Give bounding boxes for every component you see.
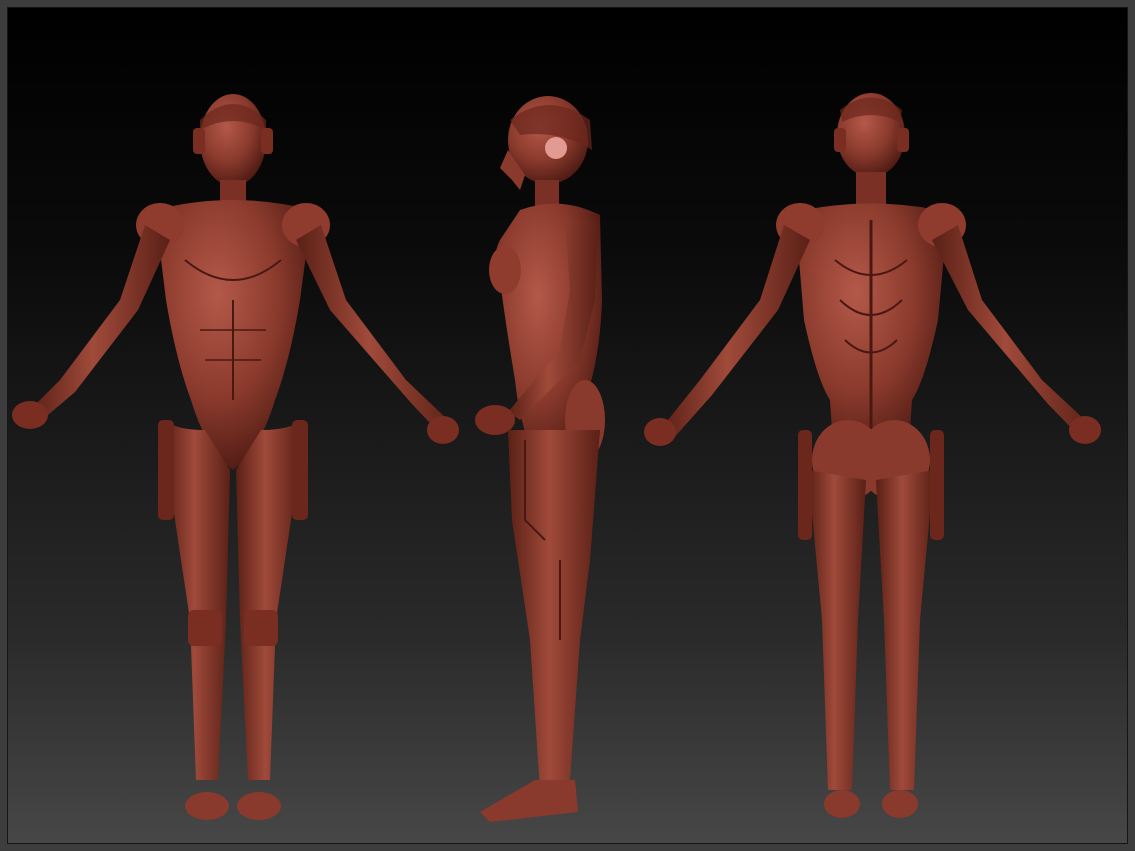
character-turnaround: [12, 93, 1101, 822]
viewport-frame: [0, 0, 1135, 851]
back-view-figure: [644, 93, 1101, 818]
ear-disk-icon: [545, 137, 567, 159]
side-view-figure: [475, 96, 605, 822]
front-view-figure: [12, 94, 459, 820]
